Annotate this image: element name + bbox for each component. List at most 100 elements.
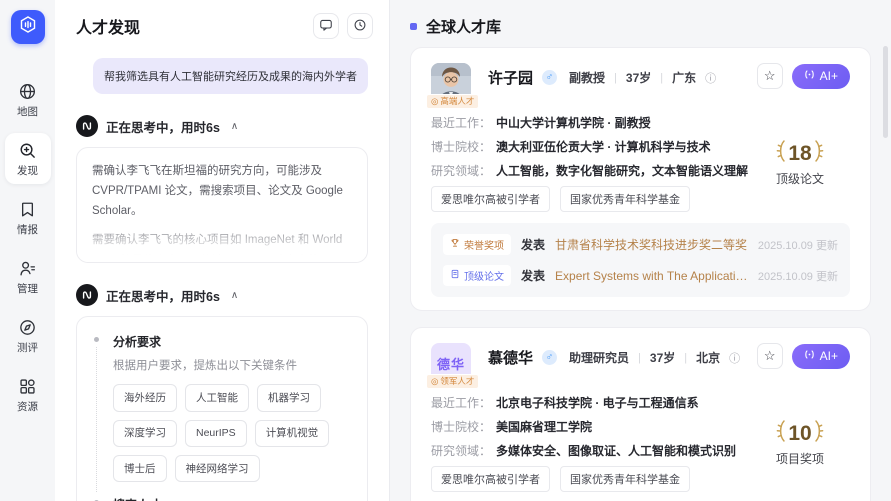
card-top: 德华 ◎领军人才 慕德华 ♂ 助理研究员 | 37岁 | 北 xyxy=(431,343,850,383)
stat-block: 18 顶级论文 xyxy=(750,114,850,212)
app-logo[interactable] xyxy=(11,10,45,44)
news-badge-award: 荣誉奖项 xyxy=(443,234,511,255)
talent-tier-label: 高端人才 xyxy=(440,97,474,106)
clock-icon xyxy=(353,18,367,35)
talent-pool-panel: 全球人才库 ◎高端人才 许子园 ♂ xyxy=(390,0,891,501)
sidebar-item-assess[interactable]: 测评 xyxy=(5,310,51,361)
thinking-status: 正在思考中，用时6s xyxy=(106,286,220,305)
info-icon[interactable]: ⓘ xyxy=(729,350,740,366)
page-title: 人才发现 xyxy=(76,14,305,38)
keyword-tag: NeurIPS xyxy=(185,420,247,447)
male-icon: ♂ xyxy=(542,70,557,85)
talent-tier-badge: ◎高端人才 xyxy=(426,94,479,110)
keyword-tag: 人工智能 xyxy=(185,384,249,411)
laurel-right-icon xyxy=(814,419,824,448)
ai-icon xyxy=(804,69,815,83)
info-icon[interactable]: ⓘ xyxy=(705,70,716,86)
speech-bubble-icon xyxy=(319,18,333,35)
keyword-tag: 机器学习 xyxy=(257,384,321,411)
card-actions: ☆ AI+ xyxy=(757,343,850,369)
talent-name[interactable]: 慕德华 xyxy=(488,347,533,368)
talent-location: 北京 xyxy=(696,349,720,366)
card-mid: 最近工作：北京电子科技学院 · 电子与工程通信系 博士院校：美国麻省理工学院 研… xyxy=(431,394,850,492)
thinking-paragraph: 需要确认李飞飞的核心项目如 ImageNet 和 World Labs 的具体内… xyxy=(92,230,352,263)
news-row[interactable]: 顶级论文 发表 Expert Systems with The Applicat… xyxy=(443,260,838,291)
info-row: 研究领域：多媒体安全、图像取证、人工智能和模式识别 xyxy=(431,442,750,459)
chat-panel: 人才发现 帮我筛选具有人工智能研究经历及成果的海内外学者 正在思考中，用时6s xyxy=(55,0,390,501)
stat-label: 项目奖项 xyxy=(776,450,824,467)
sidebar-item-manage[interactable]: 管理 xyxy=(5,251,51,302)
sidebar-item-map[interactable]: 地图 xyxy=(5,74,51,125)
news-action: 发表 xyxy=(521,267,545,284)
sidebar-item-label: 管理 xyxy=(17,281,38,296)
honor-tag: 国家优秀青年科学基金 xyxy=(560,186,690,212)
talent-age: 37岁 xyxy=(626,69,651,86)
laurel-right-icon xyxy=(814,139,824,168)
history-button[interactable] xyxy=(347,13,373,39)
thinking-paragraph: 需确认李飞飞在斯坦福的研究方向，可能涉及 CVPR/TPAMI 论文，需搜索项目… xyxy=(92,161,352,221)
ai-icon xyxy=(804,349,815,363)
info-row: 最近工作：中山大学计算机学院 · 副教授 xyxy=(431,114,750,131)
plan-step-analyze: 分析要求 根据用户要求，提炼出以下关键条件 海外经历 人工智能 机器学习 深度学… xyxy=(92,332,352,495)
feedback-button[interactable] xyxy=(313,13,339,39)
globe-icon xyxy=(18,81,37,101)
talent-tier-label: 领军人才 xyxy=(440,377,474,386)
news-link[interactable]: 甘肃省科学技术奖科技进步奖二等奖 xyxy=(555,236,748,253)
info-row: 最近工作：北京电子科技学院 · 电子与工程通信系 xyxy=(431,394,750,411)
favorite-button[interactable]: ☆ xyxy=(757,63,783,89)
talent-card[interactable]: ◎高端人才 许子园 ♂ 副教授 | 37岁 | 广东 xyxy=(410,47,871,311)
chevron-up-icon[interactable]: ∧ xyxy=(231,121,238,132)
thinking-header[interactable]: 正在思考中，用时6s ∧ xyxy=(76,284,368,306)
chevron-up-icon[interactable]: ∧ xyxy=(231,290,238,301)
talent-name[interactable]: 许子园 xyxy=(488,67,533,88)
keyword-tag: 海外经历 xyxy=(113,384,177,411)
identity-block: 许子园 ♂ 副教授 | 37岁 | 广东 ⓘ xyxy=(488,63,716,88)
ai-button-label: AI+ xyxy=(820,69,838,83)
sidebar-item-resources[interactable]: 资源 xyxy=(5,369,51,420)
info-row: 博士院校：澳大利亚伍伦贡大学 · 计算机科学与技术 xyxy=(431,138,750,155)
plan-step-search: 搜索人才 根据关键条件从人才库中筛选人才 xyxy=(92,495,352,501)
honor-tags: 爱思唯尔高被引学者 国家优秀青年科学基金 xyxy=(431,466,750,492)
keyword-tag: 博士后 xyxy=(113,455,167,482)
stat-label: 顶级论文 xyxy=(776,170,824,187)
hexagon-logo-icon xyxy=(18,15,38,40)
compass-icon xyxy=(18,317,37,337)
talent-meta: 副教授 | 37岁 | 广东 ⓘ xyxy=(569,69,716,86)
stat-number-row: 18 xyxy=(776,139,823,168)
stat-block: 10 项目奖项 xyxy=(750,394,850,492)
document-icon xyxy=(450,269,460,282)
talent-role: 副教授 xyxy=(569,69,605,86)
talent-age: 37岁 xyxy=(650,349,675,366)
info-row: 博士院校：美国麻省理工学院 xyxy=(431,418,750,435)
info-label: 博士院校： xyxy=(431,138,491,155)
sidebar-item-label: 地图 xyxy=(17,104,38,119)
sidebar-item-label: 情报 xyxy=(17,222,38,237)
thinking-card: 需确认李飞飞在斯坦福的研究方向，可能涉及 CVPR/TPAMI 论文，需搜索项目… xyxy=(76,147,368,263)
talent-card[interactable]: 德华 ◎领军人才 慕德华 ♂ 助理研究员 | 37岁 | 北 xyxy=(410,327,871,501)
news-box: 荣誉奖项 发表 甘肃省科学技术奖科技进步奖二等奖 2025.10.09 更新 顶… xyxy=(431,223,850,297)
thinking-header[interactable]: 正在思考中，用时6s ∧ xyxy=(76,115,368,137)
ai-plus-button[interactable]: AI+ xyxy=(792,344,850,369)
name-row: 慕德华 ♂ 助理研究员 | 37岁 | 北京 ⓘ xyxy=(488,347,740,368)
separator: | xyxy=(660,72,663,84)
ai-plus-button[interactable]: AI+ xyxy=(792,64,850,89)
news-row[interactable]: 荣誉奖项 发表 甘肃省科学技术奖科技进步奖二等奖 2025.10.09 更新 xyxy=(443,229,838,260)
card-actions: ☆ AI+ xyxy=(757,63,850,89)
chat-header: 人才发现 xyxy=(55,0,389,45)
sidebar-item-label: 测评 xyxy=(17,340,38,355)
talent-tier-badge: ◎领军人才 xyxy=(426,374,479,390)
keyword-tag: 神经网络学习 xyxy=(175,455,260,482)
bookmark-icon xyxy=(18,199,37,219)
stat-number: 10 xyxy=(788,422,811,446)
scrollbar[interactable] xyxy=(883,46,888,138)
info-value: 中山大学计算机学院 · 副教授 xyxy=(496,114,651,131)
laurel-left-icon xyxy=(776,419,786,448)
favorite-button[interactable]: ☆ xyxy=(757,343,783,369)
pool-title: 全球人才库 xyxy=(426,16,501,37)
step-title: 搜索人才 xyxy=(113,495,352,501)
sidebar-item-intel[interactable]: 情报 xyxy=(5,192,51,243)
person-list-icon xyxy=(18,258,37,278)
news-link[interactable]: Expert Systems with The Applications new… xyxy=(555,267,748,284)
plan-card: 分析要求 根据用户要求，提炼出以下关键条件 海外经历 人工智能 机器学习 深度学… xyxy=(76,316,368,501)
sidebar-item-discover[interactable]: 发现 xyxy=(5,133,51,184)
